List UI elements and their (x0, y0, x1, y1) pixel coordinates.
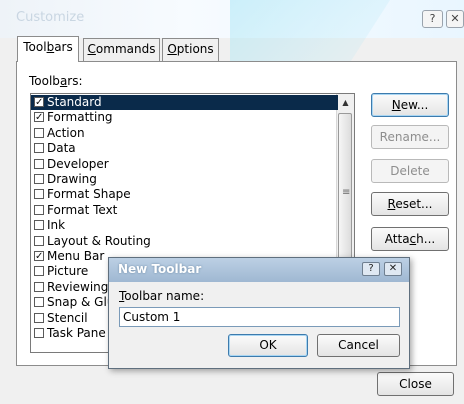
tab-access-key: O (167, 42, 177, 56)
tab-label: ommands (95, 42, 156, 56)
tab-access-key: C (87, 42, 96, 56)
window-title: Customize (16, 10, 85, 25)
list-item-label: Task Pane (47, 326, 106, 340)
checkbox[interactable]: ✓ (34, 97, 44, 108)
tab-commands[interactable]: Commands (83, 38, 160, 61)
checkbox[interactable] (34, 328, 44, 338)
list-item-label: Data (47, 141, 76, 156)
checkbox[interactable]: ✓ (34, 112, 44, 123)
help-button[interactable]: ? (422, 10, 443, 28)
list-item-label: Developer (47, 156, 109, 171)
modal-close-icon[interactable]: ✕ (384, 262, 402, 276)
list-item-label: Stencil (47, 310, 88, 325)
close-icon[interactable]: ✕ (446, 10, 464, 28)
checkbox[interactable] (34, 235, 44, 246)
checkbox[interactable] (34, 127, 44, 138)
reset-button[interactable]: Reset... (371, 192, 449, 216)
modal-help-button[interactable]: ? (362, 262, 380, 276)
list-item[interactable]: Developer (31, 157, 338, 172)
scroll-grip-icon: ≡ (342, 187, 351, 198)
list-item-label: Picture (47, 264, 89, 279)
ok-button[interactable]: OK (228, 334, 308, 357)
toolbar-name-input[interactable]: Custom 1 (119, 307, 400, 327)
list-item-label: Format Shape (47, 187, 131, 202)
list-item[interactable]: ✓ Standard (31, 95, 338, 110)
list-item[interactable]: Format Text (31, 203, 338, 218)
checkbox[interactable] (34, 158, 44, 169)
list-item-label: Layout & Routing (47, 233, 151, 248)
rename-button[interactable]: Rename... (371, 125, 449, 149)
title-bar: Customize ? ✕ (0, 0, 464, 36)
new-toolbar-dialog: New Toolbar ? ✕ Toolbar name: Custom 1 O… (108, 257, 410, 369)
tab-options[interactable]: Options (162, 38, 219, 61)
list-item-label: Format Text (47, 202, 118, 217)
tab-label: Tool (23, 40, 47, 54)
close-button[interactable]: Close (377, 372, 454, 396)
checkbox[interactable] (34, 312, 44, 323)
list-item-label: Reviewing (47, 279, 109, 294)
list-item[interactable]: Drawing (31, 172, 338, 187)
list-item-label: Action (47, 125, 85, 140)
tab-toolbars[interactable]: Toolbars (17, 36, 79, 62)
checkbox[interactable] (34, 174, 44, 184)
cancel-button[interactable]: Cancel (317, 334, 400, 357)
tab-label: ptions (176, 42, 214, 56)
attach-button[interactable]: Attach... (371, 227, 449, 251)
checkbox[interactable] (34, 266, 44, 277)
scroll-thumb[interactable]: ≡ (338, 113, 352, 273)
list-item[interactable]: Action (31, 126, 338, 141)
modal-title-bar: New Toolbar ? ✕ (109, 258, 409, 282)
checkbox[interactable] (34, 204, 44, 215)
new-toolbar-button[interactable]: New... (371, 93, 449, 117)
list-item[interactable]: Layout & Routing (31, 234, 338, 249)
tab-label: ars (54, 40, 73, 54)
list-item-label: Formatting (47, 110, 113, 125)
list-item-label: Menu Bar (47, 249, 105, 263)
list-item-label: Standard (47, 95, 102, 109)
toolbars-list-label: Toolbars: (29, 74, 83, 88)
list-item[interactable]: Format Shape (31, 187, 338, 202)
checkbox[interactable]: ✓ (34, 251, 44, 262)
scroll-up-arrow-icon[interactable]: ▲ (337, 94, 354, 111)
list-item-label: Ink (47, 218, 66, 233)
list-item[interactable]: Ink (31, 218, 338, 233)
list-item-label: Drawing (47, 172, 97, 186)
checkbox[interactable] (34, 189, 44, 200)
toolbar-name-label: Toolbar name: (119, 289, 205, 303)
checkbox[interactable] (34, 220, 44, 231)
delete-button[interactable]: Delete (371, 159, 449, 183)
list-item[interactable]: Data (31, 141, 338, 156)
customize-dialog: Customize ? ✕ Toolbars Commands Options … (0, 0, 464, 404)
checkbox[interactable] (34, 143, 44, 154)
checkbox[interactable] (34, 281, 44, 292)
list-item[interactable]: ✓ Formatting (31, 110, 338, 125)
checkbox[interactable] (34, 297, 44, 308)
modal-title: New Toolbar (118, 262, 202, 276)
